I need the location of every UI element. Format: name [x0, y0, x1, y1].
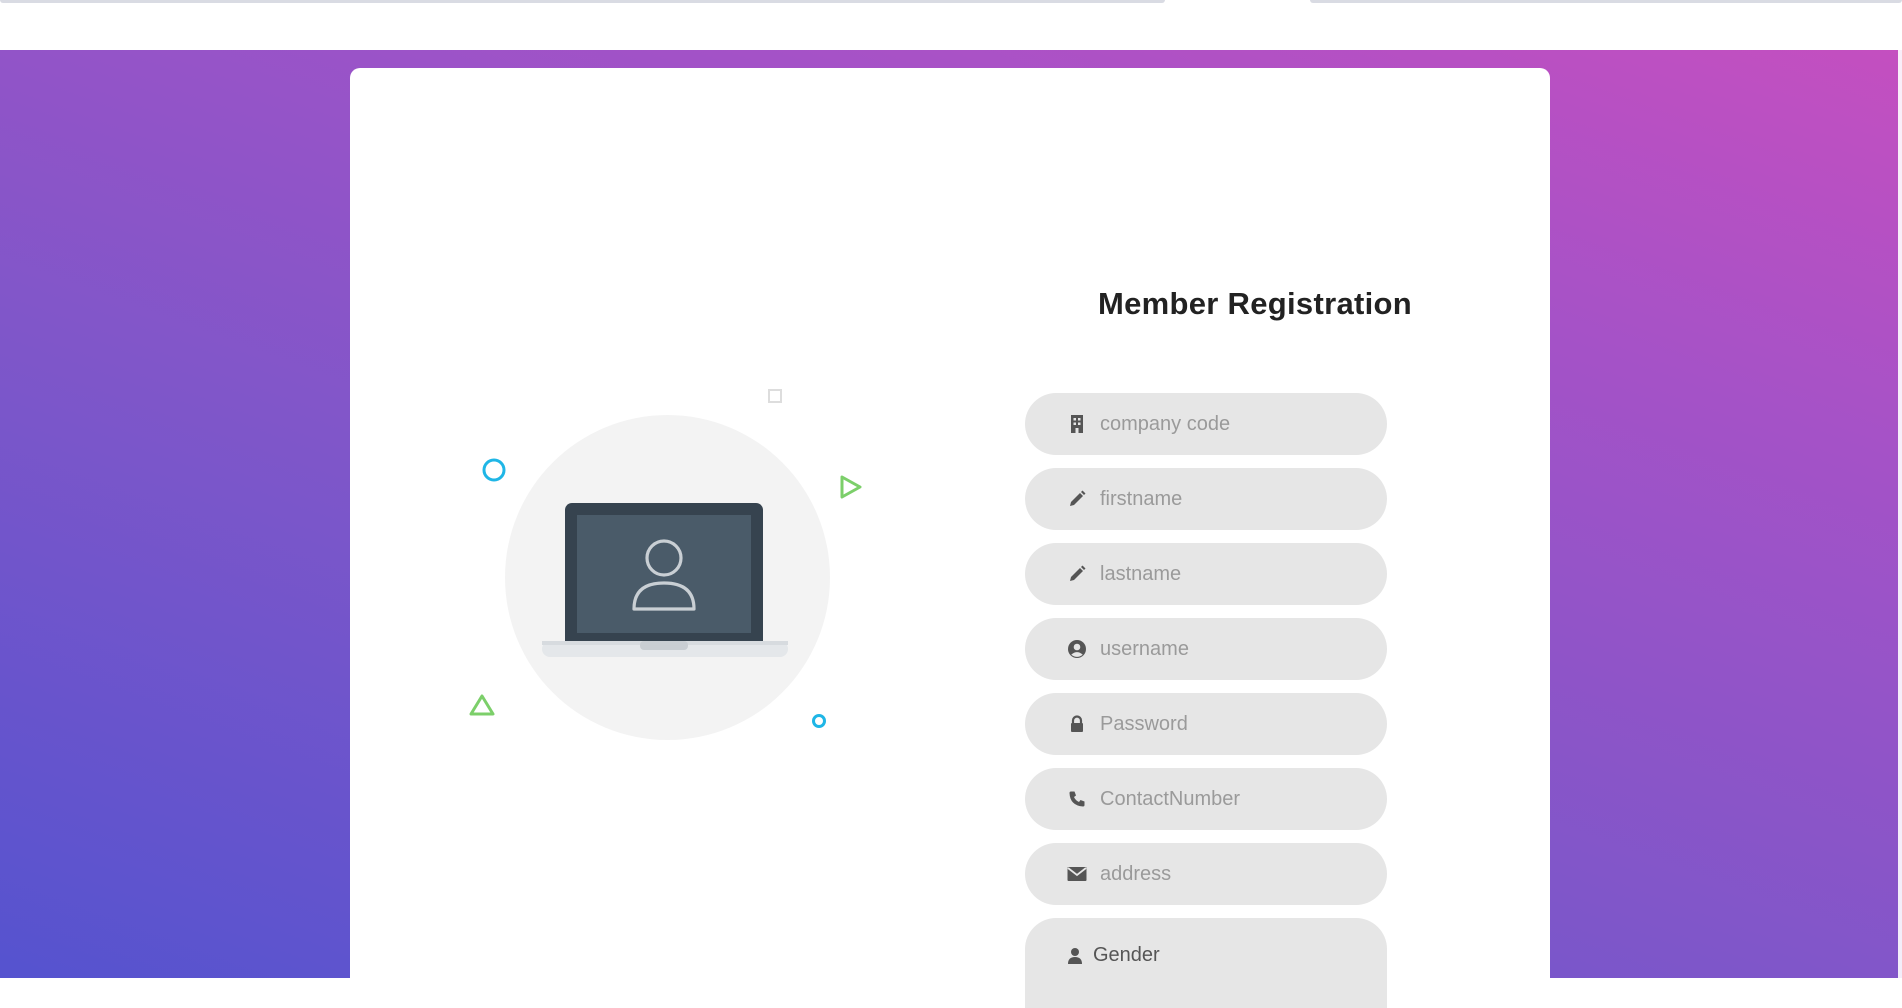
triangle-deco-icon [469, 694, 495, 716]
scrollbar[interactable] [1898, 50, 1902, 978]
contact-number-input[interactable] [1100, 787, 1360, 811]
top-bar-segment [1310, 0, 1902, 3]
password-input[interactable] [1100, 712, 1360, 736]
lastname-input[interactable] [1100, 562, 1360, 586]
browser-top-bar [0, 0, 1902, 50]
address-field[interactable] [1025, 843, 1387, 905]
square-deco-icon [768, 389, 782, 403]
user-circle-icon [1067, 639, 1087, 659]
firstname-input[interactable] [1100, 487, 1360, 511]
user-icon [1065, 946, 1085, 966]
gender-field[interactable]: Gender [1025, 918, 1387, 1008]
company-code-field[interactable] [1025, 393, 1387, 455]
registration-card: Member Registration company code firstna… [350, 68, 1550, 1008]
password-field[interactable] [1025, 693, 1387, 755]
username-input[interactable] [1100, 637, 1360, 661]
company-code-input[interactable] [1100, 412, 1360, 436]
lock-icon [1067, 714, 1087, 734]
firstname-field[interactable] [1025, 468, 1387, 530]
address-input[interactable] [1100, 862, 1360, 886]
username-field[interactable] [1025, 618, 1387, 680]
lastname-field[interactable] [1025, 543, 1387, 605]
phone-icon [1067, 789, 1087, 809]
pencil-icon [1067, 564, 1087, 584]
ring-deco-icon [482, 458, 506, 482]
small-ring-deco-icon [812, 714, 826, 728]
play-triangle-deco-icon [840, 475, 862, 499]
envelope-icon [1067, 864, 1087, 884]
top-bar-segment [0, 0, 1165, 3]
contact-number-field[interactable] [1025, 768, 1387, 830]
building-icon [1067, 414, 1087, 434]
gender-label: Gender [1093, 944, 1160, 966]
pencil-icon [1067, 489, 1087, 509]
form-title: Member Registration [1097, 286, 1413, 321]
illustration [350, 68, 950, 968]
laptop-user-icon [542, 503, 788, 657]
